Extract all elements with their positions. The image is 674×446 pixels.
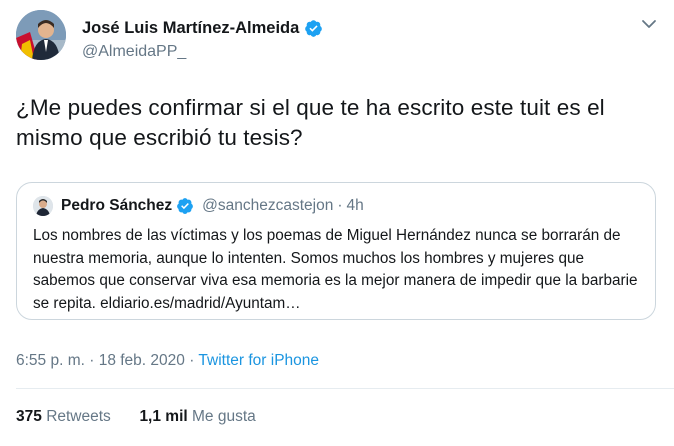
author-name-text[interactable]: José Luis Martínez-Almeida (82, 19, 299, 38)
retweets-stat[interactable]: 375 Retweets (16, 408, 111, 425)
tweet-source-link[interactable]: Twitter for iPhone (198, 352, 319, 369)
tweet-stats: 375 Retweets 1,1 mil Me gusta (16, 408, 256, 426)
author-name[interactable]: José Luis Martínez-Almeida (82, 19, 323, 38)
chevron-down-icon[interactable] (641, 18, 657, 30)
likes-stat[interactable]: 1,1 mil Me gusta (139, 408, 255, 425)
likes-label: Me gusta (192, 408, 256, 425)
verified-badge-icon (305, 20, 323, 37)
quoted-tweet[interactable]: Pedro Sánchez @sanchezcastejon · 4h Los … (16, 182, 656, 320)
author-handle[interactable]: @AlmeidaPP_ (82, 43, 186, 61)
retweets-count: 375 (16, 408, 42, 425)
tweet-meta: 6:55 p. m. · 18 feb. 2020 · Twitter for … (16, 352, 319, 370)
quoted-author-handle[interactable]: @sanchezcastejon (202, 197, 333, 215)
retweets-label: Retweets (46, 408, 111, 425)
tweet-text: ¿Me puedes confirmar si el que te ha esc… (16, 95, 605, 150)
quoted-timestamp[interactable]: 4h (347, 197, 364, 215)
quoted-author-avatar[interactable] (33, 196, 53, 216)
quoted-tweet-text: Los nombres de las víctimas y los poemas… (33, 227, 638, 312)
author-avatar[interactable] (16, 10, 66, 60)
tweet-timestamp[interactable]: 6:55 p. m. · 18 feb. 2020 (16, 352, 185, 369)
quoted-separator: · (337, 197, 343, 214)
quoted-header: Pedro Sánchez @sanchezcastejon · 4h (61, 197, 364, 215)
divider (16, 388, 674, 389)
verified-badge-icon (177, 198, 193, 214)
quoted-author-name[interactable]: Pedro Sánchez (61, 197, 172, 215)
likes-count: 1,1 mil (139, 408, 188, 425)
meta-separator: · (189, 352, 195, 369)
